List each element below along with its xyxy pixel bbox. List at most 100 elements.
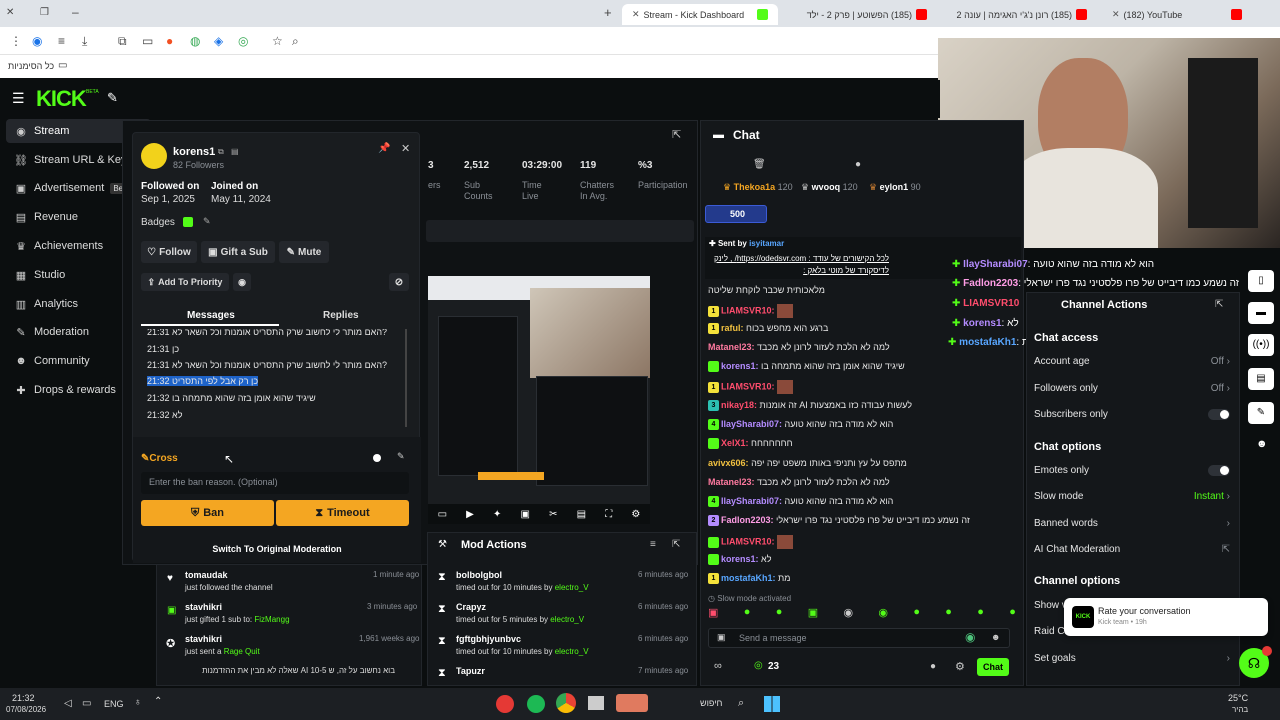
tab-youtube-1[interactable]: (185) הפשוטע | פרק 2 - ילד: [785, 4, 937, 25]
emote-icon[interactable]: ●: [977, 606, 984, 622]
account-age-row[interactable]: Account age Off ›: [1034, 356, 1230, 367]
profile-icon[interactable]: ◉: [32, 34, 42, 48]
add-to-priority-button[interactable]: ⇪ Add To Priority: [141, 273, 229, 291]
rail-phone-icon[interactable]: ▯: [1248, 270, 1274, 292]
player-volume-icon[interactable]: ▭: [438, 509, 447, 520]
trash-icon[interactable]: 🗑: [753, 159, 766, 170]
extension-d-icon[interactable]: ◎: [238, 34, 248, 48]
playlist-icon[interactable]: ≡: [58, 34, 65, 48]
top-gifter-2[interactable]: ♛ wvooq 120: [801, 182, 858, 193]
ban-reason-input[interactable]: Enter the ban reason. (Optional): [141, 472, 409, 494]
ban-preset-label[interactable]: ✎Cross: [141, 453, 178, 464]
kick-logo[interactable]: KICK: [36, 86, 87, 112]
subscribers-only-row[interactable]: Subscribers only: [1034, 409, 1230, 420]
download-icon[interactable]: ⤓: [82, 34, 87, 49]
weather-temp[interactable]: 25°C: [1228, 693, 1248, 703]
followers-only-row[interactable]: Followers only Off ›: [1034, 383, 1230, 394]
edit-preset-icon[interactable]: ✎: [397, 451, 405, 462]
pin-card-icon[interactable]: 📌: [378, 143, 390, 154]
emote-icon[interactable]: ●: [744, 606, 751, 622]
window-minimize-icon[interactable]: –: [72, 5, 79, 19]
follow-button[interactable]: ♡ Follow: [141, 241, 197, 263]
emoji-icon[interactable]: ☻: [991, 632, 1000, 642]
player-settings-icon[interactable]: ⚙: [631, 509, 640, 520]
pin-icon[interactable]: ✎: [107, 90, 118, 106]
tab-kick-dashboard[interactable]: ✕ Stream - Kick Dashboard: [622, 4, 778, 25]
block-icon[interactable]: ⊘: [389, 273, 409, 291]
kicks-pill[interactable]: 500: [705, 205, 767, 223]
feed-user[interactable]: stavhikri: [185, 602, 222, 612]
edit-badges-icon[interactable]: ✎: [203, 216, 211, 227]
extension-b-icon[interactable]: ◍: [190, 34, 200, 48]
avatar[interactable]: [141, 143, 167, 169]
player-clip-icon[interactable]: ✂: [549, 509, 557, 520]
player-plus-icon[interactable]: ✦: [493, 509, 501, 520]
ai-moderation-row[interactable]: AI Chat Moderation ⇱: [1034, 544, 1230, 555]
extension-c-icon[interactable]: ◈: [214, 34, 223, 48]
switch-moderation-link[interactable]: Switch To Original Moderation: [133, 544, 421, 554]
spotify-icon[interactable]: [527, 695, 545, 713]
tab-replies[interactable]: Replies: [323, 310, 359, 321]
rail-chat-icon[interactable]: ▬: [1248, 302, 1274, 324]
preset-color-dot[interactable]: [373, 454, 381, 462]
close-icon[interactable]: ✕: [401, 142, 410, 155]
mic-icon[interactable]: ♁: [134, 697, 142, 708]
set-goals-row[interactable]: Set goals ›: [1034, 653, 1230, 664]
taskbar-search[interactable]: חיפוש: [700, 698, 722, 708]
banned-words-row[interactable]: Banned words ›: [1034, 518, 1230, 529]
emote-icon[interactable]: ▣: [808, 606, 818, 622]
emote-icon[interactable]: ◉: [878, 606, 888, 622]
emote-icon[interactable]: ▣: [708, 606, 718, 622]
rail-community-icon[interactable]: ☻: [1256, 438, 1268, 450]
popout-icon[interactable]: ⇱: [672, 539, 680, 550]
zoom-icon[interactable]: ⌕: [292, 34, 299, 49]
timeout-button[interactable]: ⧗ Timeout: [276, 500, 409, 526]
rail-list-icon[interactable]: ▤: [1248, 368, 1274, 390]
username[interactable]: korens1: [173, 146, 215, 158]
network-icon[interactable]: ▭: [82, 698, 91, 709]
extensions-icon[interactable]: ⧉: [118, 34, 127, 49]
gift-sub-button[interactable]: ▣ Gift a Sub: [201, 241, 275, 263]
window-restore-icon[interactable]: ❐: [40, 7, 49, 18]
extension-a-icon[interactable]: ●: [166, 34, 173, 48]
stream-preview[interactable]: ▭ ▶ ✦ ▣ ✂ ▤ ⛶ ⚙: [428, 276, 650, 524]
feed-user[interactable]: tomaudak: [185, 570, 228, 580]
chat-options-icon[interactable]: ●: [855, 159, 861, 170]
hamburger-menu-icon[interactable]: ☰: [12, 90, 25, 107]
feed-user[interactable]: stavhikri: [185, 634, 222, 644]
top-gifter-1[interactable]: ♛ Thekoa1a 120: [723, 182, 793, 193]
clock-time[interactable]: 21:32: [12, 693, 35, 703]
player-theater-icon[interactable]: ▣: [521, 509, 530, 520]
cast-icon[interactable]: ▭: [142, 34, 153, 48]
filter-icon[interactable]: ≡: [650, 539, 656, 550]
emote-icon[interactable]: ●: [776, 606, 783, 622]
player-fullscreen-icon[interactable]: ⛶: [605, 509, 612, 520]
emote-icon[interactable]: ◉: [843, 606, 853, 622]
window-close-icon[interactable]: ✕: [6, 7, 14, 18]
emote-icon[interactable]: ●: [913, 606, 920, 622]
language-indicator[interactable]: ENG: [104, 699, 124, 709]
subscribers-only-toggle[interactable]: [1208, 409, 1230, 420]
menu-dots-icon[interactable]: ⋮: [10, 34, 22, 48]
windows-start-icon[interactable]: [764, 696, 780, 712]
popout-icon[interactable]: ⇱: [672, 128, 681, 141]
close-icon[interactable]: ✕: [632, 9, 640, 20]
view-icon[interactable]: ◉: [233, 273, 251, 291]
player-captions-icon[interactable]: ▤: [577, 509, 586, 520]
send-chat-button[interactable]: Chat: [977, 658, 1009, 676]
file-explorer-icon[interactable]: [588, 696, 604, 710]
taskview-thumbnail[interactable]: [616, 694, 648, 712]
emotes-only-row[interactable]: Emotes only: [1034, 465, 1230, 476]
tab-messages[interactable]: Messages: [187, 310, 235, 321]
chat-rules-icon[interactable]: ●: [930, 661, 936, 672]
emote-icon[interactable]: ●: [1009, 606, 1016, 622]
bookmark-star-icon[interactable]: ☆: [272, 34, 283, 48]
mute-button[interactable]: ✎ Mute: [279, 241, 329, 263]
new-tab-icon[interactable]: +: [604, 5, 612, 20]
tab-youtube-2[interactable]: (185) רונן נ'ג'י האגימה | עונה 2: [945, 4, 1097, 25]
chrome-icon[interactable]: [556, 693, 576, 713]
settings-icon[interactable]: ⚙: [955, 660, 965, 673]
player-play-icon[interactable]: ▶: [466, 509, 474, 520]
copy-icon[interactable]: ⧉: [218, 147, 224, 157]
history-icon[interactable]: ▤: [231, 147, 239, 156]
